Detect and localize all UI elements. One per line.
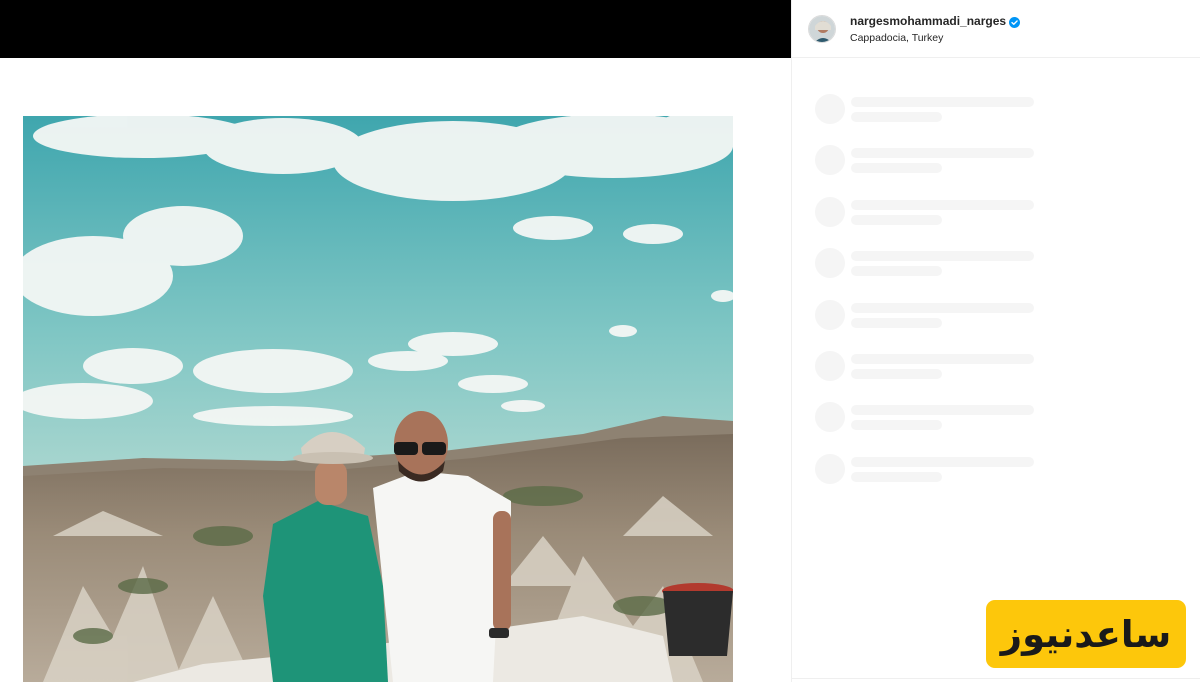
post-header: nargesmohammadi_narges Cappadocia, Turke…	[792, 0, 1200, 58]
skeleton-avatar	[815, 350, 845, 381]
saednews-watermark-logo: ساعدنیوز	[986, 600, 1186, 668]
watermark-text: ساعدنیوز	[1000, 612, 1172, 656]
skeleton-avatar	[815, 248, 845, 279]
panel-divider	[792, 678, 1200, 679]
skeleton-avatar	[815, 402, 845, 433]
skeleton-row	[815, 299, 1200, 351]
skeleton-row	[815, 94, 1200, 145]
media-pane	[0, 0, 791, 682]
skeleton-row	[815, 196, 1200, 248]
skeleton-row	[815, 453, 1200, 505]
location-link[interactable]: Cappadocia, Turkey	[850, 32, 1020, 44]
skeleton-avatar	[815, 145, 845, 176]
skeleton-line	[851, 251, 1034, 262]
skeleton-line	[851, 317, 942, 328]
skeleton-line	[851, 199, 1034, 210]
skeleton-line	[851, 266, 942, 277]
top-black-bar	[0, 0, 791, 58]
header-text: nargesmohammadi_narges Cappadocia, Turke…	[850, 14, 1021, 44]
skeleton-row	[815, 402, 1200, 453]
skeleton-line	[851, 353, 1034, 364]
skeleton-avatar	[815, 453, 845, 484]
skeleton-row	[815, 350, 1200, 402]
post-side-panel: nargesmohammadi_narges Cappadocia, Turke…	[791, 0, 1200, 682]
post-photo[interactable]	[23, 116, 733, 682]
skeleton-line	[851, 456, 1034, 467]
skeleton-avatar	[815, 94, 845, 124]
skeleton-line	[851, 112, 942, 122]
skeleton-line	[851, 148, 1034, 159]
skeleton-row	[815, 145, 1200, 196]
instagram-post-view: nargesmohammadi_narges Cappadocia, Turke…	[0, 0, 1200, 682]
skeleton-line	[851, 163, 942, 174]
skeleton-line	[851, 302, 1034, 313]
skeleton-line	[851, 405, 1034, 416]
skeleton-avatar	[815, 299, 845, 330]
skeleton-line	[851, 368, 942, 379]
skeleton-avatar	[815, 196, 845, 227]
skeleton-line	[851, 420, 942, 431]
avatar[interactable]	[808, 14, 836, 43]
skeleton-line	[851, 97, 1034, 107]
comments-loading-skeleton	[792, 58, 1200, 505]
verified-badge-icon	[1009, 15, 1021, 28]
skeleton-line	[851, 214, 942, 225]
skeleton-row	[815, 248, 1200, 299]
skeleton-line	[851, 471, 942, 482]
username-link[interactable]: nargesmohammadi_narges	[850, 14, 1006, 28]
user-row: nargesmohammadi_narges	[850, 14, 1021, 28]
